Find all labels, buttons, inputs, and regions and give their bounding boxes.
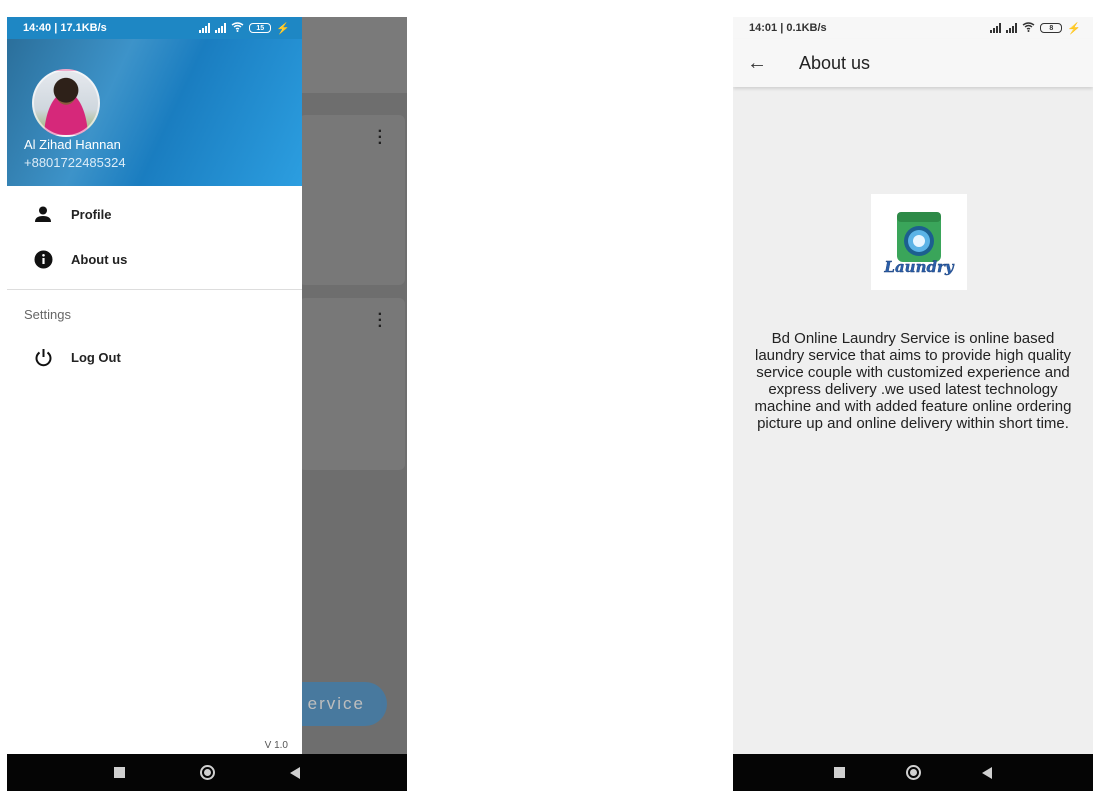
signal-icon bbox=[1006, 23, 1018, 33]
charging-icon: ⚡ bbox=[1067, 22, 1081, 35]
drawer-item-label: About us bbox=[71, 251, 128, 267]
charging-icon: ⚡ bbox=[276, 22, 290, 35]
drawer-item-label: Log Out bbox=[71, 349, 121, 365]
system-nav-bar bbox=[733, 754, 1093, 791]
app-version: V 1.0 bbox=[264, 740, 288, 751]
right-phone-screen: 14:01 | 0.1KB/s 8 ⚡ ← About us Laundry B… bbox=[733, 17, 1093, 791]
back-arrow-icon[interactable]: ← bbox=[733, 39, 781, 87]
drawer-header: Al Zihad Hannan +8801722485324 bbox=[7, 39, 302, 186]
about-description: Bd Online Laundry Service is online base… bbox=[754, 330, 1072, 432]
status-time: 14:40 | 17.1KB/s bbox=[23, 22, 107, 34]
fab-label: ervice bbox=[307, 694, 365, 713]
recents-icon[interactable] bbox=[833, 767, 845, 778]
page-title: About us bbox=[799, 52, 871, 73]
drawer-item-about-us[interactable]: About us bbox=[7, 239, 302, 279]
drawer-item-profile[interactable]: Profile bbox=[7, 194, 302, 234]
back-nav-icon[interactable] bbox=[289, 766, 300, 779]
battery-icon: 8 bbox=[1040, 23, 1063, 33]
washing-machine-icon: Laundry bbox=[883, 212, 955, 276]
wifi-icon bbox=[231, 21, 244, 35]
battery-icon: 15 bbox=[249, 23, 272, 33]
info-icon bbox=[7, 250, 67, 269]
svg-text:Laundry: Laundry bbox=[883, 258, 954, 276]
background-card: · · · bbox=[299, 298, 405, 470]
status-bar: 14:40 | 17.1KB/s 15 ⚡ bbox=[7, 17, 302, 39]
background-card: · · · bbox=[299, 115, 405, 285]
settings-section-label: Settings bbox=[24, 307, 71, 322]
system-nav-bar bbox=[7, 754, 407, 791]
signal-icon bbox=[990, 23, 1002, 33]
home-icon[interactable] bbox=[199, 765, 215, 780]
navigation-drawer: 14:40 | 17.1KB/s 15 ⚡ Al Zihad Hannan +8… bbox=[7, 17, 302, 754]
user-name: Al Zihad Hannan bbox=[24, 137, 121, 152]
home-icon[interactable] bbox=[905, 765, 921, 780]
avatar[interactable] bbox=[32, 69, 100, 137]
drawer-item-label: Profile bbox=[71, 206, 112, 222]
signal-icon bbox=[215, 23, 227, 33]
person-icon bbox=[7, 206, 67, 222]
drawer-divider bbox=[7, 289, 302, 290]
laundry-logo: Laundry bbox=[871, 194, 967, 290]
app-bar: ← About us bbox=[733, 39, 1093, 87]
back-nav-icon[interactable] bbox=[982, 766, 993, 779]
status-bar: 14:01 | 0.1KB/s 8 ⚡ bbox=[733, 17, 1093, 39]
more-vert-icon: · · · bbox=[377, 123, 383, 152]
power-icon bbox=[7, 348, 67, 367]
more-vert-icon: · · · bbox=[377, 306, 383, 335]
recents-icon[interactable] bbox=[114, 767, 126, 778]
user-phone: +8801722485324 bbox=[24, 155, 126, 170]
left-phone-screen: · · · · · · ervice 14:40 | 17.1KB/s 15 ⚡ Al … bbox=[7, 17, 407, 791]
signal-icon bbox=[199, 23, 211, 33]
drawer-item-log-out[interactable]: Log Out bbox=[7, 337, 302, 377]
wifi-icon bbox=[1022, 21, 1035, 35]
status-time: 14:01 | 0.1KB/s bbox=[749, 22, 827, 34]
